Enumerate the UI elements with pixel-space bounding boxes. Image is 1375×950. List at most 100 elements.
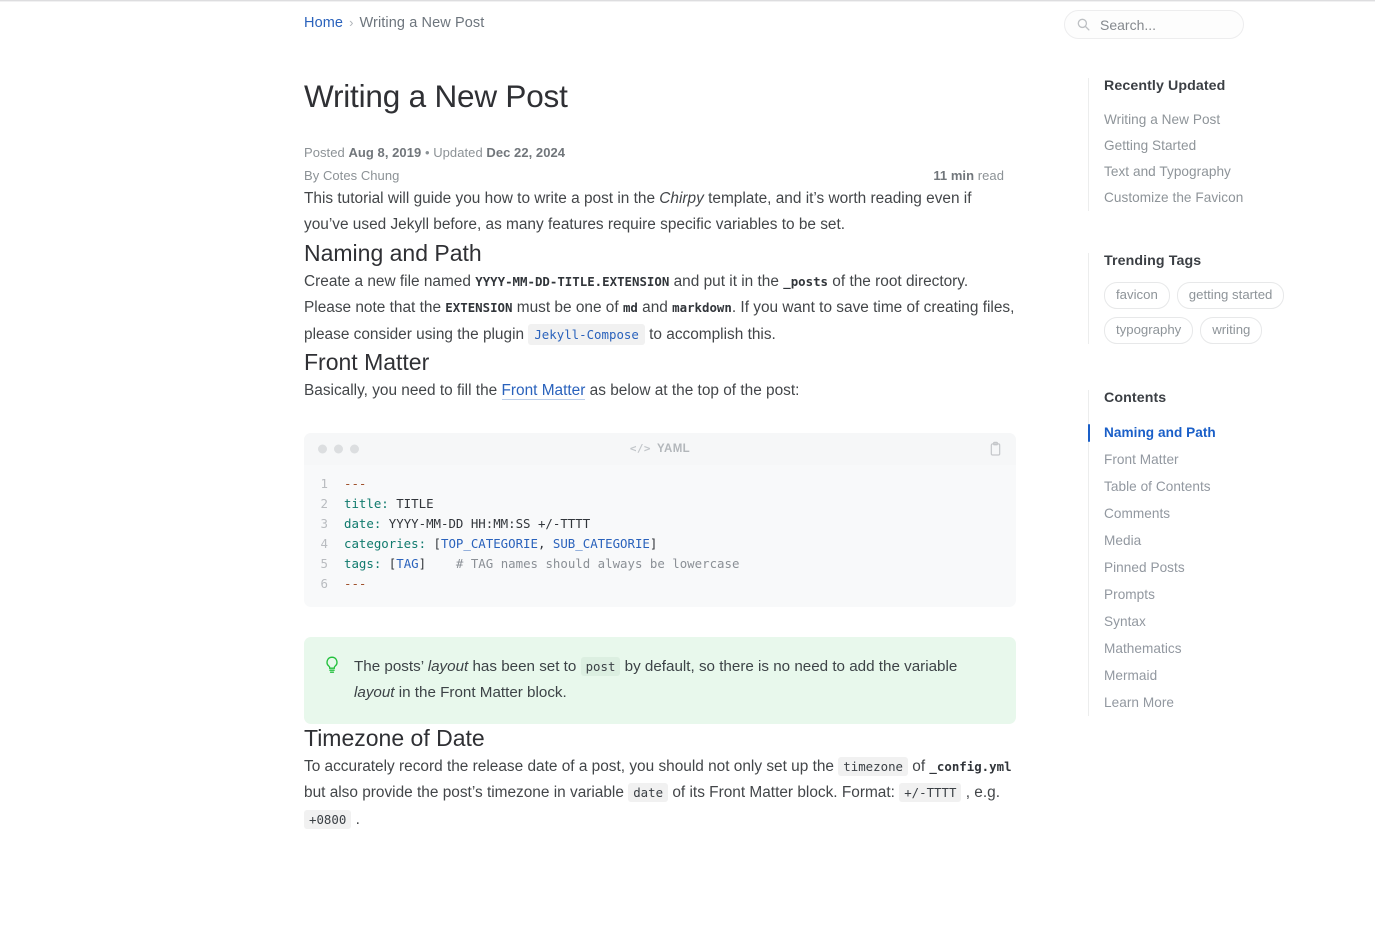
heading-timezone-of-date: Timezone of Date: [304, 724, 1016, 754]
toc-item[interactable]: Table of Contents: [1104, 473, 1303, 500]
fm-text-1: Basically, you need to fill the: [304, 382, 502, 399]
toc-item[interactable]: Prompts: [1104, 581, 1303, 608]
code-line-content: ---: [344, 574, 366, 594]
header-edge-divider: [0, 0, 1375, 2]
trending-tag[interactable]: writing: [1200, 317, 1262, 344]
tip-em-1: layout: [428, 658, 469, 675]
recently-updated-item[interactable]: Customize the Favicon: [1104, 185, 1303, 211]
breadcrumb: Home›Writing a New Post: [304, 15, 484, 31]
page-root: Home › Writing a New Post Writing a New Po…: [0, 0, 1375, 950]
toc-item-label: Mathematics: [1104, 641, 1182, 656]
trending-tag[interactable]: favicon: [1104, 282, 1170, 309]
tip-text: The posts’ layout has been set to post b…: [354, 654, 996, 706]
by-label: By: [304, 168, 319, 183]
code-tag-icon: </>: [630, 442, 651, 455]
code-line: 5tags: [TAG] # TAG names should always b…: [304, 554, 1016, 574]
toc-item[interactable]: Front Matter: [1104, 446, 1303, 473]
lead-text-1: This tutorial will guide you how to writ…: [304, 190, 659, 207]
dot-green-icon: [350, 444, 359, 453]
recently-updated-item[interactable]: Getting Started: [1104, 133, 1303, 159]
read-time: 11 min read: [933, 165, 1004, 186]
toc-item-label: Comments: [1104, 506, 1170, 521]
trending-tag[interactable]: typography: [1104, 317, 1193, 344]
code-line: 4categories: [TOP_CATEGORIE, SUB_CATEGOR…: [304, 534, 1016, 554]
code-token: TITLE: [389, 496, 434, 511]
code-block-body[interactable]: 1---2title: TITLE3date: YYYY-MM-DD HH:MM…: [304, 465, 1016, 607]
code-token: ]: [419, 556, 426, 571]
toc-item-label: Prompts: [1104, 587, 1155, 602]
posted-label: Posted: [304, 145, 345, 160]
naming-text-5: and: [638, 299, 672, 316]
paragraph-front-matter: Basically, you need to fill the Front Ma…: [304, 378, 1016, 404]
search-input[interactable]: [1098, 16, 1231, 34]
recently-updated-item[interactable]: Text and Typography: [1104, 159, 1303, 185]
panel-contents: Contents Naming and PathFront Matter Tabl…: [1088, 390, 1303, 716]
code-token: [: [381, 556, 396, 571]
code-line-number: 5: [318, 554, 344, 574]
code-token: ,: [538, 536, 553, 551]
trending-tags-list: favicon getting started typography writing: [1104, 282, 1303, 344]
post-author-row: By Cotes Chung 11 min read: [304, 165, 1016, 186]
code-block-header: </> YAML: [304, 433, 1016, 465]
toc-item[interactable]: Learn More: [1104, 689, 1303, 716]
code-line-number: 3: [318, 514, 344, 534]
tip-text-4: in the Front Matter block.: [395, 684, 567, 701]
code-line-content: date: YYYY-MM-DD HH:MM:SS +/-TTTT: [344, 514, 590, 534]
meta-dot: •: [425, 145, 430, 160]
fm-text-2: as below at the top of the post:: [585, 382, 799, 399]
code-md: md: [623, 300, 638, 315]
panel-divider: [1088, 253, 1089, 344]
post-dates: Posted Aug 8, 2019 • Updated Dec 22, 202…: [304, 142, 1016, 163]
tip-callout: The posts’ layout has been set to post b…: [304, 637, 1016, 724]
article-main: Writing a New Post Posted Aug 8, 2019 • …: [304, 78, 1016, 833]
toc-item[interactable]: Mermaid: [1104, 662, 1303, 689]
heading-naming-and-path: Naming and Path: [304, 239, 1016, 269]
code-line-number: 6: [318, 574, 344, 594]
contents-title: Contents: [1104, 390, 1303, 406]
naming-text-1: Create a new file named: [304, 273, 475, 290]
panel-divider: [1088, 78, 1089, 211]
code-token: TOP_CATEGORIE: [441, 536, 538, 551]
tz-text-4: of its Front Matter block. Format:: [668, 784, 899, 801]
code-token: YYYY-MM-DD HH:MM:SS +/-TTTT: [381, 516, 590, 531]
toc-item[interactable]: Media: [1104, 527, 1303, 554]
code-tttt-format: +/-TTTT: [899, 783, 961, 802]
toc-item-label: Mermaid: [1104, 668, 1157, 683]
dot-yellow-icon: [334, 444, 343, 453]
toc-item[interactable]: Pinned Posts: [1104, 554, 1303, 581]
code-posts-dir: _posts: [783, 274, 828, 289]
code-token: categories:: [344, 536, 426, 551]
trending-tag[interactable]: getting started: [1177, 282, 1285, 309]
table-of-contents: Naming and PathFront Matter Table of Cont…: [1104, 419, 1303, 716]
lead-emphasis: Chirpy: [659, 190, 704, 207]
toc-item[interactable]: Mathematics: [1104, 635, 1303, 662]
panel-recently-updated: Recently Updated Writing a New PostGetti…: [1088, 78, 1303, 211]
tip-text-3: by default, so there is no need to add t…: [620, 658, 957, 675]
link-jekyll-compose[interactable]: Jekyll-Compose: [528, 324, 645, 345]
tip-text-1: The posts’: [354, 658, 428, 675]
code-token: date:: [344, 516, 381, 531]
recently-updated-item[interactable]: Writing a New Post: [1104, 107, 1303, 133]
heading-front-matter: Front Matter: [304, 348, 1016, 378]
window-dots: [318, 444, 359, 453]
toc-item[interactable]: Comments: [1104, 500, 1303, 527]
breadcrumb-separator: ›: [349, 15, 353, 30]
toc-item-label: Table of Contents: [1104, 479, 1211, 494]
toc-item[interactable]: Syntax: [1104, 608, 1303, 635]
recently-updated-list: Writing a New PostGetting StartedText an…: [1104, 107, 1303, 211]
code-line-content: tags: [TAG] # TAG names should always be…: [344, 554, 739, 574]
updated-label: Updated: [433, 145, 483, 160]
breadcrumb-home-link[interactable]: Home: [304, 15, 343, 31]
read-time-value: 11 min: [933, 168, 974, 183]
clipboard-copy-icon[interactable]: [989, 441, 1002, 456]
search-box[interactable]: [1064, 10, 1244, 39]
code-line: 1---: [304, 474, 1016, 494]
read-time-suffix: read: [978, 168, 1004, 183]
code-token: SUB_CATEGORIE: [553, 536, 650, 551]
front-matter-link[interactable]: Front Matter: [502, 382, 586, 400]
code-token: ---: [344, 476, 366, 491]
toc-item-label: Syntax: [1104, 614, 1146, 629]
toc-item[interactable]: Naming and Path: [1104, 419, 1303, 446]
naming-text-7: to accomplish this.: [645, 326, 776, 343]
code-markdown: markdown: [672, 300, 732, 315]
